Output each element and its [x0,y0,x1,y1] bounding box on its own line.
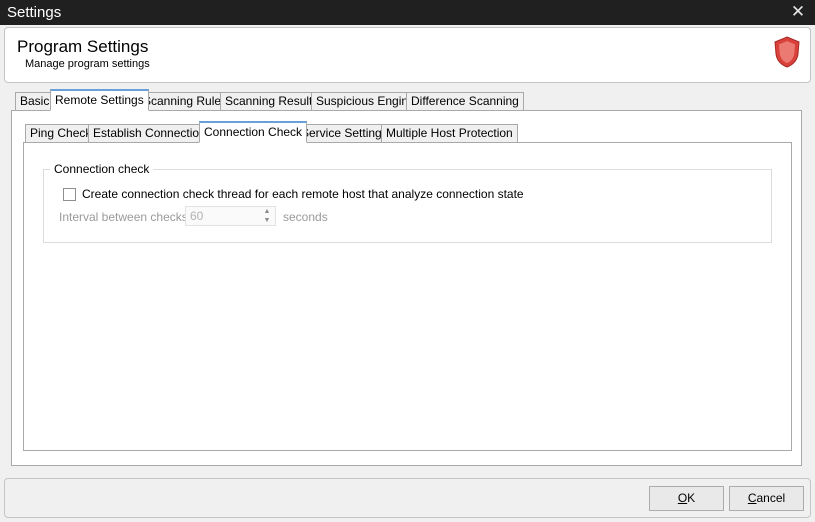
shield-icon [774,36,800,68]
tab-difference-scanning[interactable]: Difference Scanning [406,92,524,111]
cancel-label: ancel [756,491,786,505]
spin-up-icon[interactable]: ▲ [262,207,272,216]
title-bar: Settings ✕ [0,0,815,25]
tab-service-settings[interactable]: Service Settings [296,124,393,143]
close-icon[interactable]: ✕ [789,2,807,22]
settings-header: Program Settings Manage program settings [4,27,811,83]
cancel-button[interactable]: Cancel [729,486,804,511]
tab-scanning-results[interactable]: Scanning Results [220,92,324,111]
ok-label: K [687,491,696,505]
spin-down-icon[interactable]: ▼ [262,216,272,225]
tab-scanning-rules[interactable]: Scanning Rules [138,92,233,111]
ok-mnemonic: O [677,491,688,505]
connection-thread-checkbox[interactable] [63,188,76,201]
tab-connection-check[interactable]: Connection Check [199,121,308,143]
tab-establish-connections[interactable]: Establish Connections [88,124,217,143]
tab-remote-settings[interactable]: Remote Settings [50,89,149,111]
page-subtitle: Manage program settings [25,58,150,70]
interval-unit-label: seconds [283,210,328,224]
tab-suspicious-engine[interactable]: Suspicious Engine [311,92,420,111]
window-title: Settings [7,4,62,21]
connection-thread-label[interactable]: Create connection check thread for each … [82,187,524,201]
interval-label: Interval between checks: [59,210,192,224]
group-title: Connection check [50,162,154,176]
tab-multiple-host-protection[interactable]: Multiple Host Protection [381,124,518,143]
interval-stepper[interactable]: 60 ▲ ▼ [185,206,276,226]
page-title: Program Settings [17,37,149,56]
ok-button[interactable]: OK [649,486,724,511]
tab-basic[interactable]: Basic [15,92,55,111]
connection-check-group [43,169,772,243]
interval-value[interactable]: 60 [190,209,203,223]
tab-ping-check[interactable]: Ping Check [25,124,97,143]
